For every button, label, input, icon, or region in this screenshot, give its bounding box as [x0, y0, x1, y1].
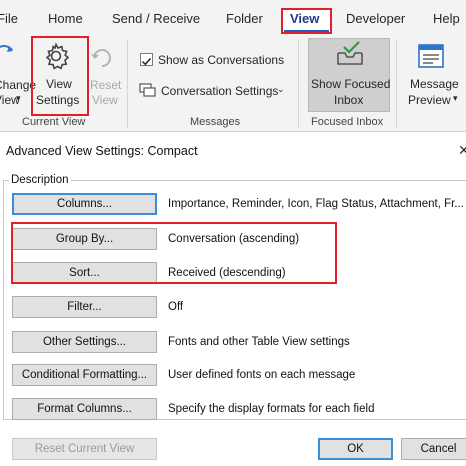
- group-sort-highlight: [11, 222, 337, 284]
- message-preview-label-1[interactable]: Message: [410, 77, 459, 91]
- focused-inbox-group-label: Focused Inbox: [311, 116, 384, 128]
- columns-value: Importance, Reminder, Icon, Flag Status,…: [168, 198, 464, 210]
- message-preview-label-2[interactable]: Preview: [408, 93, 451, 107]
- advanced-view-settings-dialog: Advanced View Settings: Compact ✕ Descri…: [0, 135, 466, 466]
- conditional-formatting-button[interactable]: Conditional Formatting...: [12, 364, 157, 386]
- cancel-button[interactable]: Cancel: [401, 438, 466, 460]
- conditional-formatting-value: User defined fonts on each message: [168, 369, 356, 381]
- conversation-settings-label[interactable]: Conversation Settings: [161, 84, 278, 98]
- change-view-icon: [0, 45, 13, 52]
- current-view-group-label: Current View: [22, 116, 86, 128]
- group-separator: [127, 40, 128, 128]
- gear-icon: [45, 42, 70, 70]
- filter-value: Off: [168, 301, 184, 313]
- format-columns-value: Specify the display formats for each fie…: [168, 403, 375, 415]
- message-preview-chevron-icon: ▾: [453, 93, 458, 103]
- show-as-conversations-checkbox[interactable]: [140, 53, 153, 66]
- reset-view-label-1[interactable]: Reset: [90, 78, 121, 92]
- reset-view-icon: [91, 49, 111, 67]
- tab-file[interactable]: File: [0, 11, 18, 26]
- filter-button[interactable]: Filter...: [12, 296, 157, 318]
- close-icon[interactable]: ✕: [458, 142, 466, 159]
- change-view-chevron-icon: ▾: [16, 93, 21, 103]
- message-preview-icon: [418, 44, 444, 68]
- tab-send-receive[interactable]: Send / Receive: [112, 11, 200, 26]
- columns-button[interactable]: Columns...: [12, 193, 157, 215]
- conversation-settings-icon: [139, 83, 156, 97]
- messages-group-label: Messages: [190, 116, 241, 128]
- focused-inbox-icon: [337, 41, 363, 65]
- group-separator: [298, 40, 299, 128]
- view-settings-label-2: Settings: [36, 93, 80, 107]
- group-separator: [396, 40, 397, 128]
- ok-button[interactable]: OK: [318, 438, 393, 460]
- tab-help[interactable]: Help: [433, 11, 460, 26]
- dialog-title: Advanced View Settings: Compact: [6, 144, 198, 158]
- show-as-conversations-label[interactable]: Show as Conversations: [158, 53, 284, 67]
- tab-folder[interactable]: Folder: [226, 11, 263, 26]
- reset-view-label-2[interactable]: View: [92, 93, 118, 107]
- other-settings-button[interactable]: Other Settings...: [12, 331, 157, 353]
- tab-home[interactable]: Home: [48, 11, 83, 26]
- other-settings-value: Fonts and other Table View settings: [168, 336, 350, 348]
- view-settings-label-1: View: [46, 77, 72, 91]
- show-focused-inbox-label-2: Inbox: [334, 93, 364, 107]
- show-focused-inbox-label-1: Show Focused: [311, 77, 391, 91]
- description-legend: Description: [9, 174, 71, 186]
- checkmark-icon: [141, 57, 152, 66]
- tab-view-underline: [284, 30, 329, 32]
- tab-developer[interactable]: Developer: [346, 11, 405, 26]
- format-columns-button[interactable]: Format Columns...: [12, 398, 157, 420]
- reset-current-view-button[interactable]: Reset Current View: [12, 438, 157, 460]
- tab-view[interactable]: View: [290, 11, 319, 26]
- conversation-settings-chevron-icon: ⌄: [277, 84, 285, 94]
- ribbon-tab-bar: File Home Send / Receive Folder View Dev…: [0, 0, 466, 34]
